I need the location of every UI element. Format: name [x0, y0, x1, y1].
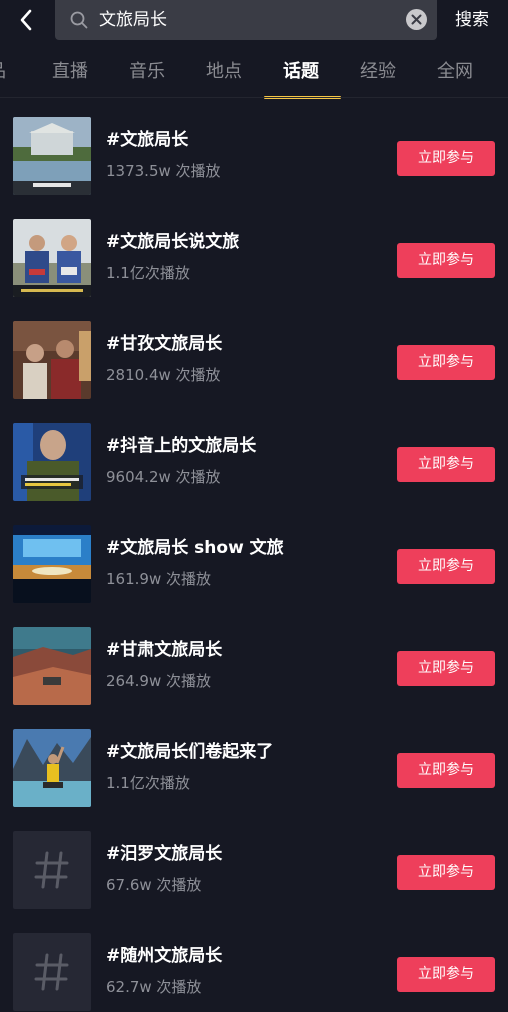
- topic-play-count: 2810.4w 次播放: [106, 366, 221, 384]
- tab-web[interactable]: 全网: [437, 60, 473, 84]
- join-topic-button[interactable]: 立即参与: [397, 447, 495, 482]
- topic-thumbnail: [13, 627, 91, 705]
- tab-topics[interactable]: 话题: [283, 60, 319, 84]
- join-topic-button[interactable]: 立即参与: [397, 753, 495, 788]
- list-item[interactable]: #文旅局长 show 文旅 161.9w 次播放 立即参与: [0, 506, 508, 608]
- topic-title: #文旅局长 show 文旅: [106, 538, 284, 558]
- chevron-left-icon: [20, 9, 32, 31]
- list-item[interactable]: #抖音上的文旅局长 9604.2w 次播放 立即参与: [0, 404, 508, 506]
- list-item[interactable]: #甘肃文旅局长 264.9w 次播放 立即参与: [0, 608, 508, 710]
- tab-experience[interactable]: 经验: [360, 60, 396, 84]
- topic-thumbnail: [13, 219, 91, 297]
- topic-thumbnail: [13, 729, 91, 807]
- join-topic-button[interactable]: 立即参与: [397, 141, 495, 176]
- hashtag-icon: [34, 851, 69, 889]
- clear-search-button[interactable]: [406, 9, 427, 30]
- join-topic-button[interactable]: 立即参与: [397, 651, 495, 686]
- tab-music[interactable]: 音乐: [129, 60, 165, 84]
- topic-title: #文旅局长说文旅: [106, 232, 240, 252]
- topic-play-count: 1.1亿次播放: [106, 264, 190, 282]
- topic-play-count: 264.9w 次播放: [106, 672, 211, 690]
- topic-title: #甘孜文旅局长: [106, 334, 223, 354]
- topic-thumbnail: [13, 933, 91, 1011]
- topic-play-count: 161.9w 次播放: [106, 570, 211, 588]
- topic-title: #抖音上的文旅局长: [106, 436, 257, 456]
- close-icon: [411, 14, 422, 25]
- list-item[interactable]: #文旅局长 1373.5w 次播放 立即参与: [0, 98, 508, 200]
- list-item[interactable]: #文旅局长们卷起来了 1.1亿次播放 立即参与: [0, 710, 508, 812]
- list-item[interactable]: #文旅局长说文旅 1.1亿次播放 立即参与: [0, 200, 508, 302]
- join-topic-button[interactable]: 立即参与: [397, 549, 495, 584]
- topic-play-count: 67.6w 次播放: [106, 876, 202, 894]
- hashtag-icon: [34, 953, 69, 991]
- category-tabs: 品 直播 音乐 地点 话题 经验 全网: [0, 54, 508, 99]
- topic-title: #文旅局长们卷起来了: [106, 742, 274, 762]
- list-item[interactable]: #随州文旅局长 62.7w 次播放 立即参与: [0, 914, 508, 1012]
- topic-title: #甘肃文旅局长: [106, 640, 223, 660]
- search-icon: [70, 11, 88, 29]
- topic-title: #汨罗文旅局长: [106, 844, 223, 864]
- search-input[interactable]: 文旅局长: [55, 0, 437, 40]
- join-topic-button[interactable]: 立即参与: [397, 957, 495, 992]
- search-query: 文旅局长: [99, 10, 167, 30]
- tab-places[interactable]: 地点: [206, 60, 242, 84]
- join-topic-button[interactable]: 立即参与: [397, 855, 495, 890]
- search-button[interactable]: 搜索: [455, 9, 489, 31]
- topic-title: #随州文旅局长: [106, 946, 223, 966]
- topic-play-count: 1.1亿次播放: [106, 774, 190, 792]
- list-item[interactable]: #汨罗文旅局长 67.6w 次播放 立即参与: [0, 812, 508, 914]
- list-item[interactable]: #甘孜文旅局长 2810.4w 次播放 立即参与: [0, 302, 508, 404]
- join-topic-button[interactable]: 立即参与: [397, 345, 495, 380]
- topic-play-count: 1373.5w 次播放: [106, 162, 221, 180]
- topic-thumbnail: [13, 321, 91, 399]
- search-header: 文旅局长 搜索: [0, 0, 508, 42]
- back-button[interactable]: [12, 5, 40, 35]
- topic-thumbnail: [13, 831, 91, 909]
- topic-title: #文旅局长: [106, 130, 189, 150]
- topic-play-count: 62.7w 次播放: [106, 978, 202, 996]
- topic-thumbnail: [13, 117, 91, 195]
- tab-products[interactable]: 品: [0, 60, 6, 84]
- tab-live[interactable]: 直播: [52, 60, 88, 84]
- topic-play-count: 9604.2w 次播放: [106, 468, 221, 486]
- join-topic-button[interactable]: 立即参与: [397, 243, 495, 278]
- topic-thumbnail: [13, 525, 91, 603]
- topic-thumbnail: [13, 423, 91, 501]
